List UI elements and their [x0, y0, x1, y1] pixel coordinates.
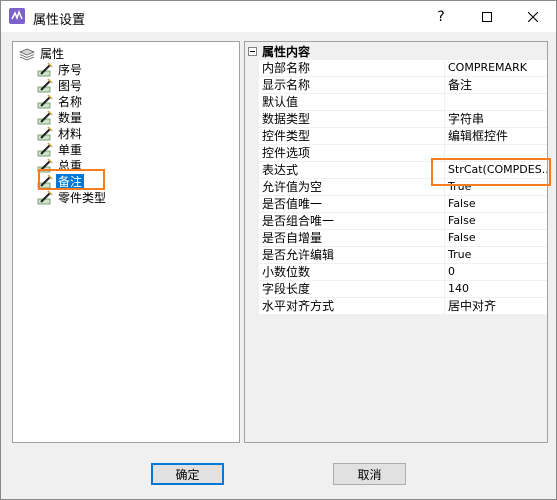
property-value[interactable]: 居中对齐: [445, 298, 547, 314]
tree-item-name[interactable]: 名称: [37, 94, 84, 110]
property-name: 是否值唯一: [259, 196, 445, 212]
close-button[interactable]: [510, 1, 556, 32]
tree-item-label: 名称: [58, 95, 83, 109]
property-value[interactable]: False: [445, 230, 547, 246]
tree-item-label: 总重: [58, 159, 83, 173]
cancel-button[interactable]: 取消: [333, 463, 406, 485]
tree-item-material[interactable]: 材料: [37, 126, 84, 142]
property-value[interactable]: COMPREMARK: [445, 60, 547, 76]
property-value[interactable]: 0: [445, 264, 547, 280]
property-value[interactable]: False: [445, 196, 547, 212]
property-row[interactable]: 是否值唯一 False: [259, 196, 547, 213]
property-name: 是否组合唯一: [259, 213, 445, 229]
property-group-title: 属性内容: [262, 45, 311, 59]
property-row[interactable]: 默认值: [259, 94, 547, 111]
collapse-icon[interactable]: [248, 47, 257, 56]
property-row[interactable]: 显示名称 备注: [259, 77, 547, 94]
app-logo-icon: [9, 8, 25, 24]
property-name: 数据类型: [259, 111, 445, 127]
property-name: 默认值: [259, 94, 445, 110]
tree-item-label: 备注: [56, 174, 85, 190]
property-name: 内部名称: [259, 60, 445, 76]
maximize-icon: [482, 11, 492, 22]
property-row[interactable]: 是否自增量 False: [259, 230, 547, 247]
edit-pencil-icon: [37, 62, 53, 77]
edit-pencil-icon: [37, 142, 53, 157]
tree-item-label: 材料: [58, 127, 83, 141]
property-settings-dialog: 属性设置 ? 属性 序号 图号 名称 数量 材料 单重 总重 备注 零件类型 属…: [0, 0, 557, 500]
tree-item-label: 单重: [58, 143, 83, 157]
property-name: 水平对齐方式: [259, 298, 445, 314]
property-grid[interactable]: 属性内容 内部名称 COMPREMARK 显示名称 备注 默认值 数据类型 字符串 控…: [244, 41, 548, 443]
property-value[interactable]: 备注: [445, 77, 547, 93]
close-icon: [528, 11, 538, 22]
property-name: 是否允许编辑: [259, 247, 445, 263]
property-row[interactable]: 是否允许编辑 True: [259, 247, 547, 264]
tree-item-label: 图号: [58, 79, 83, 93]
layers-icon: [19, 48, 35, 61]
property-row[interactable]: 允许值为空 True: [259, 179, 547, 196]
property-group-header[interactable]: 属性内容: [245, 43, 547, 60]
property-row[interactable]: 数据类型 字符串: [259, 111, 547, 128]
property-rows: 内部名称 COMPREMARK 显示名称 备注 默认值 数据类型 字符串 控件类型 编辑…: [259, 60, 547, 315]
tree-item-label: 零件类型: [58, 191, 107, 205]
property-row[interactable]: 小数位数 0: [259, 264, 547, 281]
property-name: 允许值为空: [259, 179, 445, 195]
property-name: 字段长度: [259, 281, 445, 297]
property-grid-gutter: [245, 42, 259, 442]
maximize-button[interactable]: [464, 1, 510, 32]
property-name: 小数位数: [259, 264, 445, 280]
tree-item-part-type[interactable]: 零件类型: [37, 190, 108, 206]
property-row[interactable]: 控件类型 编辑框控件: [259, 128, 547, 145]
title-bar: 属性设置 ?: [1, 1, 556, 32]
tree-item-unit-weight[interactable]: 单重: [37, 142, 84, 158]
property-value[interactable]: True: [445, 247, 547, 263]
edit-pencil-icon: [37, 126, 53, 141]
tree-root-label: 属性: [40, 47, 65, 61]
property-row-expression[interactable]: 表达式 StrCat(COMPDES...: [259, 162, 547, 179]
property-name: 控件选项: [259, 145, 445, 161]
edit-pencil-icon: [37, 78, 53, 93]
property-value[interactable]: [445, 145, 547, 161]
property-row[interactable]: 内部名称 COMPREMARK: [259, 60, 547, 77]
property-name: 表达式: [259, 162, 445, 178]
property-row[interactable]: 字段长度 140: [259, 281, 547, 298]
cancel-label: 取消: [357, 467, 382, 482]
tree-item-label: 数量: [58, 111, 83, 125]
edit-pencil-icon: [37, 158, 53, 173]
property-value[interactable]: [445, 94, 547, 110]
tree-item-drawing-no[interactable]: 图号: [37, 78, 84, 94]
tree-item-label: 序号: [58, 63, 83, 77]
tree-item-total-weight[interactable]: 总重: [37, 158, 84, 174]
attribute-tree[interactable]: 属性 序号 图号 名称 数量 材料 单重 总重 备注 零件类型: [12, 41, 240, 443]
tree-root[interactable]: 属性: [19, 46, 66, 62]
expression-value[interactable]: StrCat(COMPDES...: [445, 162, 547, 178]
ok-label: 确定: [175, 467, 200, 482]
property-value[interactable]: 字符串: [445, 111, 547, 127]
property-value[interactable]: False: [445, 213, 547, 229]
help-button[interactable]: ?: [418, 1, 464, 32]
property-name: 是否自增量: [259, 230, 445, 246]
help-label: ?: [437, 8, 445, 25]
tree-item-remark[interactable]: 备注: [37, 174, 85, 190]
property-row[interactable]: 控件选项: [259, 145, 547, 162]
property-value[interactable]: 140: [445, 281, 547, 297]
window-title: 属性设置: [33, 13, 86, 28]
tree-item-serial[interactable]: 序号: [37, 62, 84, 78]
property-name: 控件类型: [259, 128, 445, 144]
edit-pencil-icon: [37, 174, 53, 189]
property-name: 显示名称: [259, 77, 445, 93]
property-row[interactable]: 水平对齐方式 居中对齐: [259, 298, 547, 315]
tree-item-quantity[interactable]: 数量: [37, 110, 84, 126]
edit-pencil-icon: [37, 94, 53, 109]
ok-button[interactable]: 确定: [151, 463, 224, 485]
property-value[interactable]: True: [445, 179, 547, 195]
property-row[interactable]: 是否组合唯一 False: [259, 213, 547, 230]
edit-pencil-icon: [37, 110, 53, 125]
edit-pencil-icon: [37, 190, 53, 205]
property-value[interactable]: 编辑框控件: [445, 128, 547, 144]
